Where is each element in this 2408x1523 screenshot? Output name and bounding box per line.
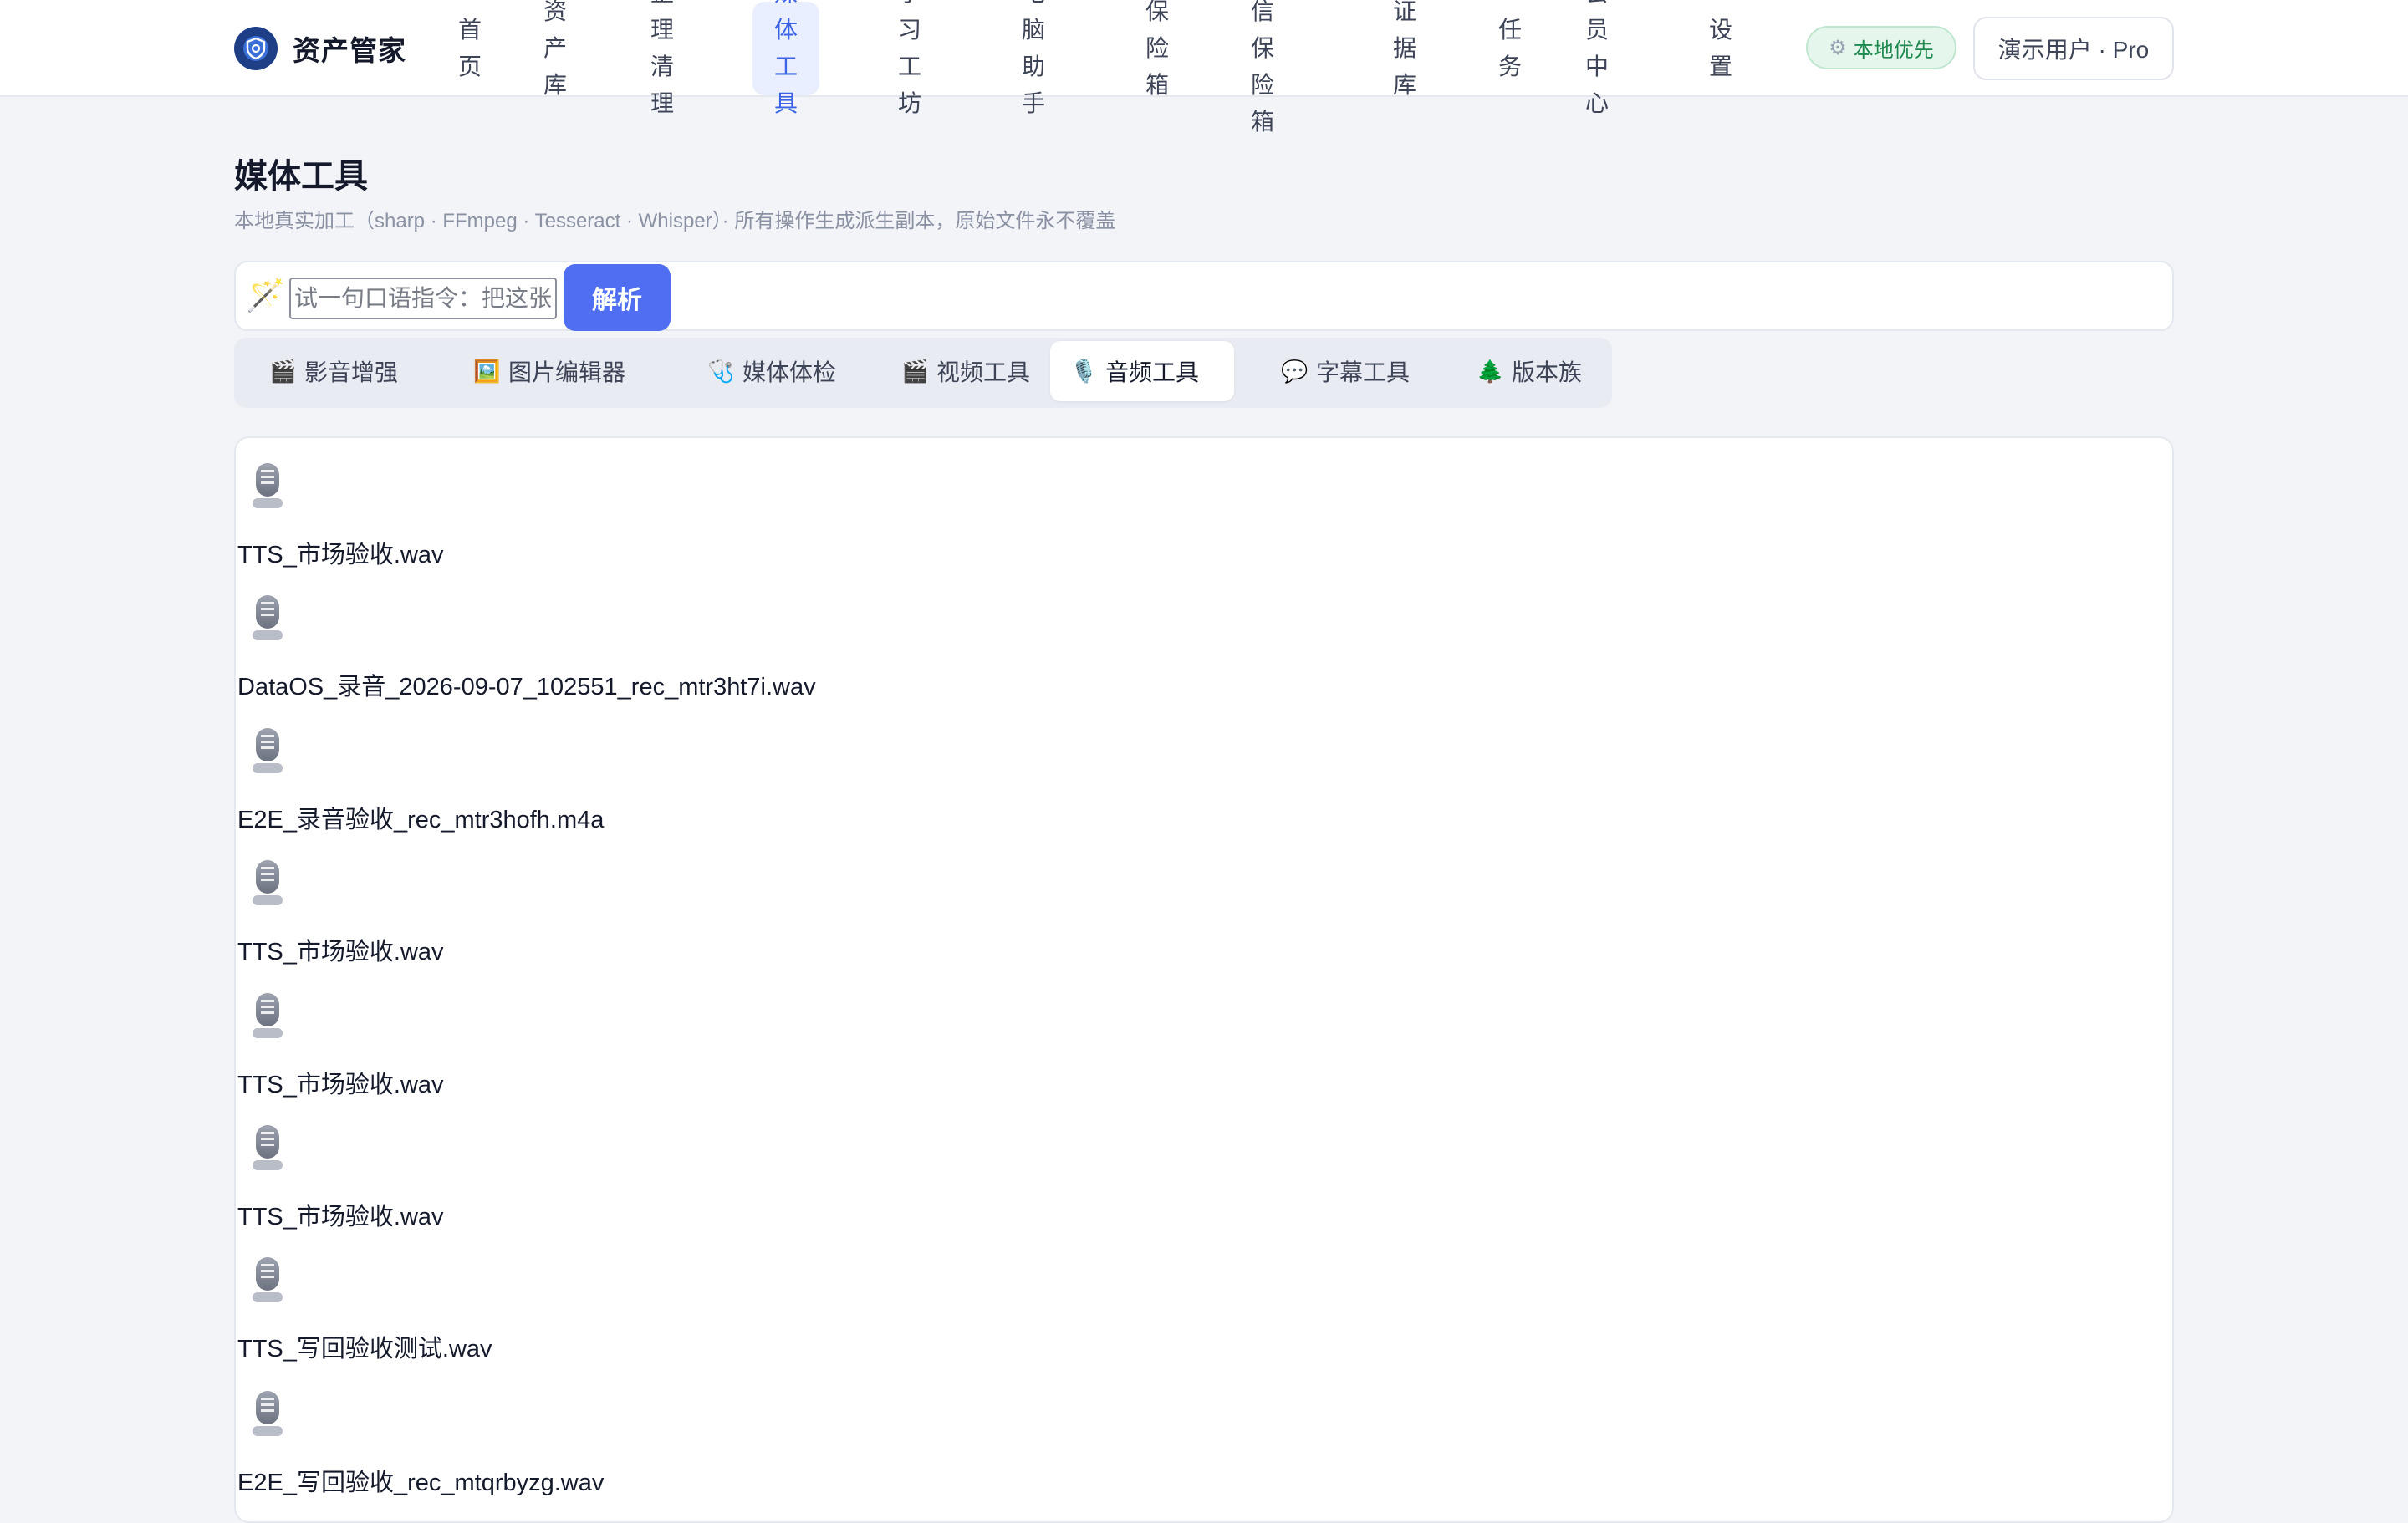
file-name: TTS_写回验收测试.wav [237, 1336, 492, 1363]
nav-item-label: 媒体工 [774, 0, 798, 79]
app-logo-icon [234, 27, 278, 70]
nav-item-asset-library[interactable]: 资产库 [543, 0, 568, 98]
microphone-icon [253, 728, 286, 775]
app-name: 资产管家 [293, 35, 406, 66]
gear-icon: ⚙ [1829, 36, 1847, 59]
nav-item-home[interactable]: 首页 [458, 0, 482, 97]
tab-media-check[interactable]: 🩺 媒体体检 [687, 341, 856, 401]
nav-item-label: 设 [1709, 17, 1733, 43]
tab-video-tools[interactable]: 🎬 视频工具 [881, 341, 1050, 401]
local-first-label: 本地优先 [1853, 38, 1934, 62]
nav-item-label: 微信保 [1251, 0, 1275, 61]
nav-item-label: 证据 [1393, 0, 1417, 61]
picture-icon: 🖼️ [473, 358, 501, 384]
nav-item-label: 箱 [1145, 72, 1170, 98]
file-name: DataOS_录音_2026-09-07_102551_rec_mtr3ht7i… [237, 674, 816, 700]
parse-button[interactable]: 解析 [564, 264, 671, 331]
nav-item-label: 库 [543, 72, 568, 98]
command-bar: 🪄 解析 [234, 261, 2174, 331]
clapperboard-icon: 🎬 [269, 358, 297, 384]
tab-label: 字幕工具 [1316, 359, 1411, 385]
tab-label: 视频工具 [936, 359, 1031, 385]
list-item[interactable]: TTS_市场验收.wav [237, 438, 2161, 570]
list-item[interactable]: TTS_写回验收测试.wav [237, 1232, 2161, 1364]
file-name: TTS_市场验收.wav [237, 939, 444, 965]
nav-item-label: 学习工 [898, 0, 922, 79]
list-item[interactable]: TTS_市场验收.wav [237, 835, 2161, 967]
nav-item-label: 险箱 [1251, 72, 1275, 135]
top-navigation-bar: 资产管家 首页 资产库 整理清理 媒体工具 学习工坊 电脑助手 保险箱 微信保险… [0, 0, 2408, 135]
file-name: TTS_市场验收.wav [237, 1204, 444, 1230]
tab-enhance[interactable]: 🎬 影音增强 [249, 341, 418, 401]
microphone-icon [253, 1125, 286, 1172]
nav-item-label: 具 [774, 90, 798, 116]
nav-item-label: 坊 [898, 90, 922, 116]
file-name: TTS_市场验收.wav [237, 542, 444, 568]
tab-label: 影音增强 [304, 359, 399, 385]
tab-subtitle-tools[interactable]: 💬 字幕工具 [1261, 341, 1430, 401]
media-tool-tabs: 🎬 影音增强 🖼️ 图片编辑器 🩺 媒体体检 🎬 视频工具 🎙️ 音频工具 💬 … [234, 338, 1612, 408]
nav-item-tasks[interactable]: 任务 [1498, 0, 1522, 97]
list-item[interactable]: E2E_写回验收_rec_mtqrbyzg.wav [237, 1366, 2161, 1498]
tab-label: 版本族 [1512, 359, 1583, 385]
user-account-button[interactable]: 演示用户 · Pro [1973, 17, 2174, 80]
local-first-badge[interactable]: ⚙ 本地优先 [1806, 26, 1956, 69]
nav-item-label: 资产 [543, 0, 568, 61]
nav-item-label: 务 [1498, 53, 1523, 79]
nav-item-label: 库 [1393, 72, 1417, 98]
stethoscope-icon: 🩺 [707, 358, 735, 384]
tab-label: 图片编辑器 [508, 359, 626, 385]
nav-item-organize[interactable]: 整理清理 [650, 0, 675, 116]
nav-item-pc-assistant[interactable]: 电脑助手 [1022, 0, 1046, 116]
nav-item-wechat-vault[interactable]: 微信保险箱 [1251, 0, 1275, 135]
nav-item-settings[interactable]: 设置 [1709, 0, 1732, 97]
speech-bubble-icon: 💬 [1281, 358, 1309, 384]
microphone-icon: 🎙️ [1070, 358, 1098, 384]
microphone-icon [253, 1391, 286, 1438]
nav-item-learning[interactable]: 学习工坊 [898, 0, 922, 116]
file-name: TTS_市场验收.wav [237, 1072, 444, 1098]
audio-file-list: TTS_市场验收.wav DataOS_录音_2026-09-07_102551… [234, 436, 2174, 1523]
list-item[interactable]: TTS_市场验收.wav [237, 1100, 2161, 1232]
page-subtitle: 本地真实加工（sharp · FFmpeg · Tesseract · Whis… [234, 210, 1116, 232]
nav-item-label: 任 [1498, 17, 1523, 43]
list-item[interactable]: DataOS_录音_2026-09-07_102551_rec_mtr3ht7i… [237, 570, 2161, 702]
clapperboard-icon: 🎬 [901, 358, 929, 384]
nav-item-label: 首 [458, 17, 482, 43]
tab-audio-tools[interactable]: 🎙️ 音频工具 [1050, 341, 1234, 401]
nav-item-media-tools[interactable]: 媒体工具 [752, 0, 820, 116]
list-item[interactable]: TTS_市场验收.wav [237, 968, 2161, 1100]
nav-item-label: 心 [1585, 90, 1610, 116]
microphone-icon [253, 1257, 286, 1304]
tree-icon: 🌲 [1477, 358, 1504, 384]
nav-item-label: 电脑助 [1022, 0, 1046, 79]
nav-item-evidence[interactable]: 证据库 [1393, 0, 1417, 98]
tab-label: 媒体体检 [742, 359, 837, 385]
nav-item-label: 手 [1022, 90, 1046, 116]
microphone-icon [253, 993, 286, 1040]
shield-logo-icon [246, 37, 266, 60]
tab-version-family[interactable]: 🌲 版本族 [1457, 341, 1602, 401]
file-name: E2E_写回验收_rec_mtqrbyzg.wav [237, 1470, 605, 1496]
tab-image-editor[interactable]: 🖼️ 图片编辑器 [453, 341, 645, 401]
nav-item-label: 保险 [1145, 0, 1170, 61]
list-item[interactable]: E2E_录音验收_rec_mtr3hofh.m4a [237, 703, 2161, 835]
nav-item-vault[interactable]: 保险箱 [1145, 0, 1170, 98]
file-name: E2E_录音验收_rec_mtr3hofh.m4a [237, 807, 605, 833]
nav-item-label: 置 [1709, 53, 1733, 79]
microphone-icon [253, 595, 286, 642]
microphone-icon [253, 860, 286, 907]
nav-item-label: 页 [458, 53, 482, 79]
nav-item-label: 会员中 [1585, 0, 1610, 79]
page-title: 媒体工具 [234, 158, 368, 195]
nav-item-label: 理 [650, 90, 675, 116]
command-input[interactable] [289, 278, 557, 319]
brand[interactable]: 资产管家 [234, 25, 406, 72]
magic-wand-icon: 🪄 [246, 278, 286, 313]
nav-item-label: 整理清 [650, 0, 675, 79]
microphone-icon [253, 463, 286, 510]
nav-item-membership[interactable]: 会员中心 [1585, 0, 1610, 116]
tab-label: 音频工具 [1105, 359, 1200, 385]
